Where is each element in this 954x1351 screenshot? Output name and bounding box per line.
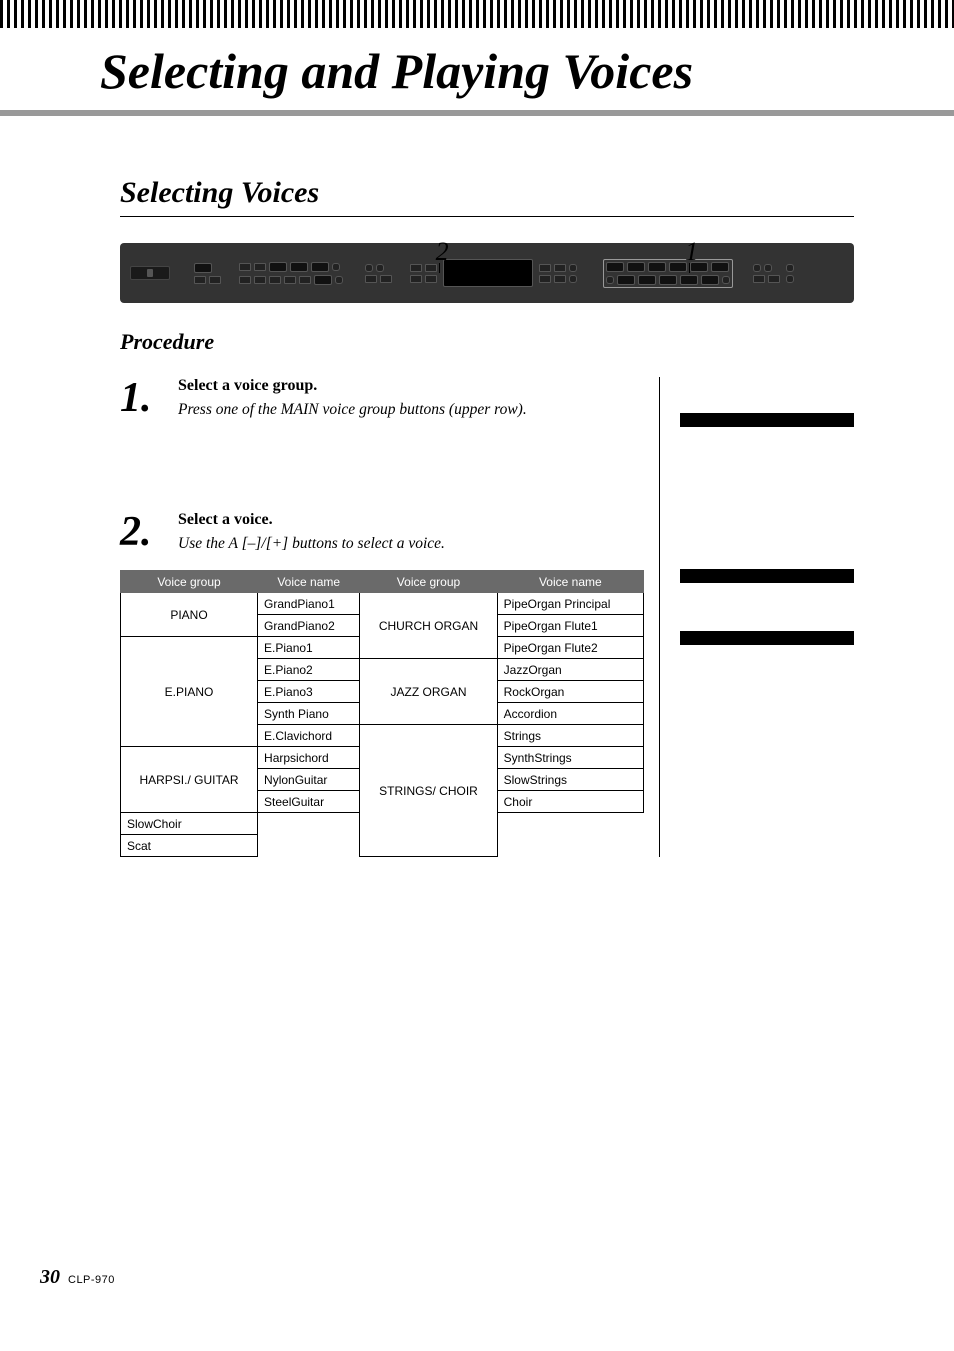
section-title: Selecting Voices [120, 176, 854, 217]
table-voice-cell: PipeOrgan Principal [497, 593, 643, 615]
note-bar [680, 631, 854, 645]
callout-2: 2 [436, 237, 449, 267]
step-1: 1. Select a voice group. Press one of th… [120, 377, 639, 421]
page-title: Selecting and Playing Voices [0, 36, 954, 116]
step-instruction: Press one of the MAIN voice group button… [178, 399, 527, 421]
control-panel-diagram: 2 1 [120, 243, 854, 303]
table-group-cell: JAZZ ORGAN [360, 659, 497, 725]
table-voice-cell: GrandPiano2 [258, 615, 360, 637]
keyboard-panel [120, 243, 854, 303]
callout-marker [689, 263, 690, 273]
step-2: 2. Select a voice. Use the A [–]/[+] but… [120, 511, 639, 555]
barcode-strip [0, 0, 954, 28]
callout-1: 1 [685, 237, 698, 267]
main-column: 1. Select a voice group. Press one of th… [120, 377, 660, 857]
step-title: Select a voice. [178, 511, 445, 529]
table-voice-cell: SlowStrings [497, 769, 643, 791]
table-voice-cell: E.Clavichord [258, 725, 360, 747]
step-title: Select a voice group. [178, 377, 527, 395]
table-voice-cell: PipeOrgan Flute2 [497, 637, 643, 659]
table-group-cell: STRINGS/ CHOIR [360, 725, 497, 857]
step-number: 2. [120, 511, 164, 555]
table-voice-cell: Choir [497, 791, 643, 813]
table-voice-cell: E.Piano2 [258, 659, 360, 681]
lcd-screen [443, 259, 533, 287]
table-voice-cell: JazzOrgan [497, 659, 643, 681]
page-footer: 30 CLP-970 [40, 1266, 115, 1289]
model-label: CLP-970 [68, 1274, 115, 1286]
step-number: 1. [120, 377, 164, 421]
table-voice-cell: SteelGuitar [258, 791, 360, 813]
table-voice-cell: Scat [121, 835, 258, 857]
table-voice-cell: GrandPiano1 [258, 593, 360, 615]
table-header: Voice group [121, 571, 258, 593]
table-voice-cell: Accordion [497, 703, 643, 725]
table-voice-cell: E.Piano1 [258, 637, 360, 659]
table-voice-cell: E.Piano3 [258, 681, 360, 703]
volume-slider [130, 266, 170, 280]
table-group-cell: PIANO [121, 593, 258, 637]
voice-group-buttons [603, 259, 733, 288]
table-voice-cell: SynthStrings [497, 747, 643, 769]
procedure-heading: Procedure [120, 329, 854, 355]
table-voice-cell: Strings [497, 725, 643, 747]
tip-bar [680, 569, 854, 583]
table-group-cell: HARPSI./ GUITAR [121, 747, 258, 813]
callout-marker [439, 263, 440, 273]
side-column [660, 377, 854, 857]
table-voice-cell: SlowChoir [121, 813, 258, 835]
table-header: Voice name [497, 571, 643, 593]
table-header: Voice group [360, 571, 497, 593]
table-group-cell: E.PIANO [121, 637, 258, 747]
table-header: Voice name [258, 571, 360, 593]
table-group-cell: CHURCH ORGAN [360, 593, 497, 659]
page-number: 30 [40, 1266, 60, 1289]
voice-table: Voice group Voice name Voice group Voice… [120, 570, 644, 857]
tip-bar [680, 413, 854, 427]
table-voice-cell: Synth Piano [258, 703, 360, 725]
table-voice-cell: Harpsichord [258, 747, 360, 769]
table-voice-cell: PipeOrgan Flute1 [497, 615, 643, 637]
step-instruction: Use the A [–]/[+] buttons to select a vo… [178, 533, 445, 555]
table-voice-cell: NylonGuitar [258, 769, 360, 791]
table-voice-cell: RockOrgan [497, 681, 643, 703]
